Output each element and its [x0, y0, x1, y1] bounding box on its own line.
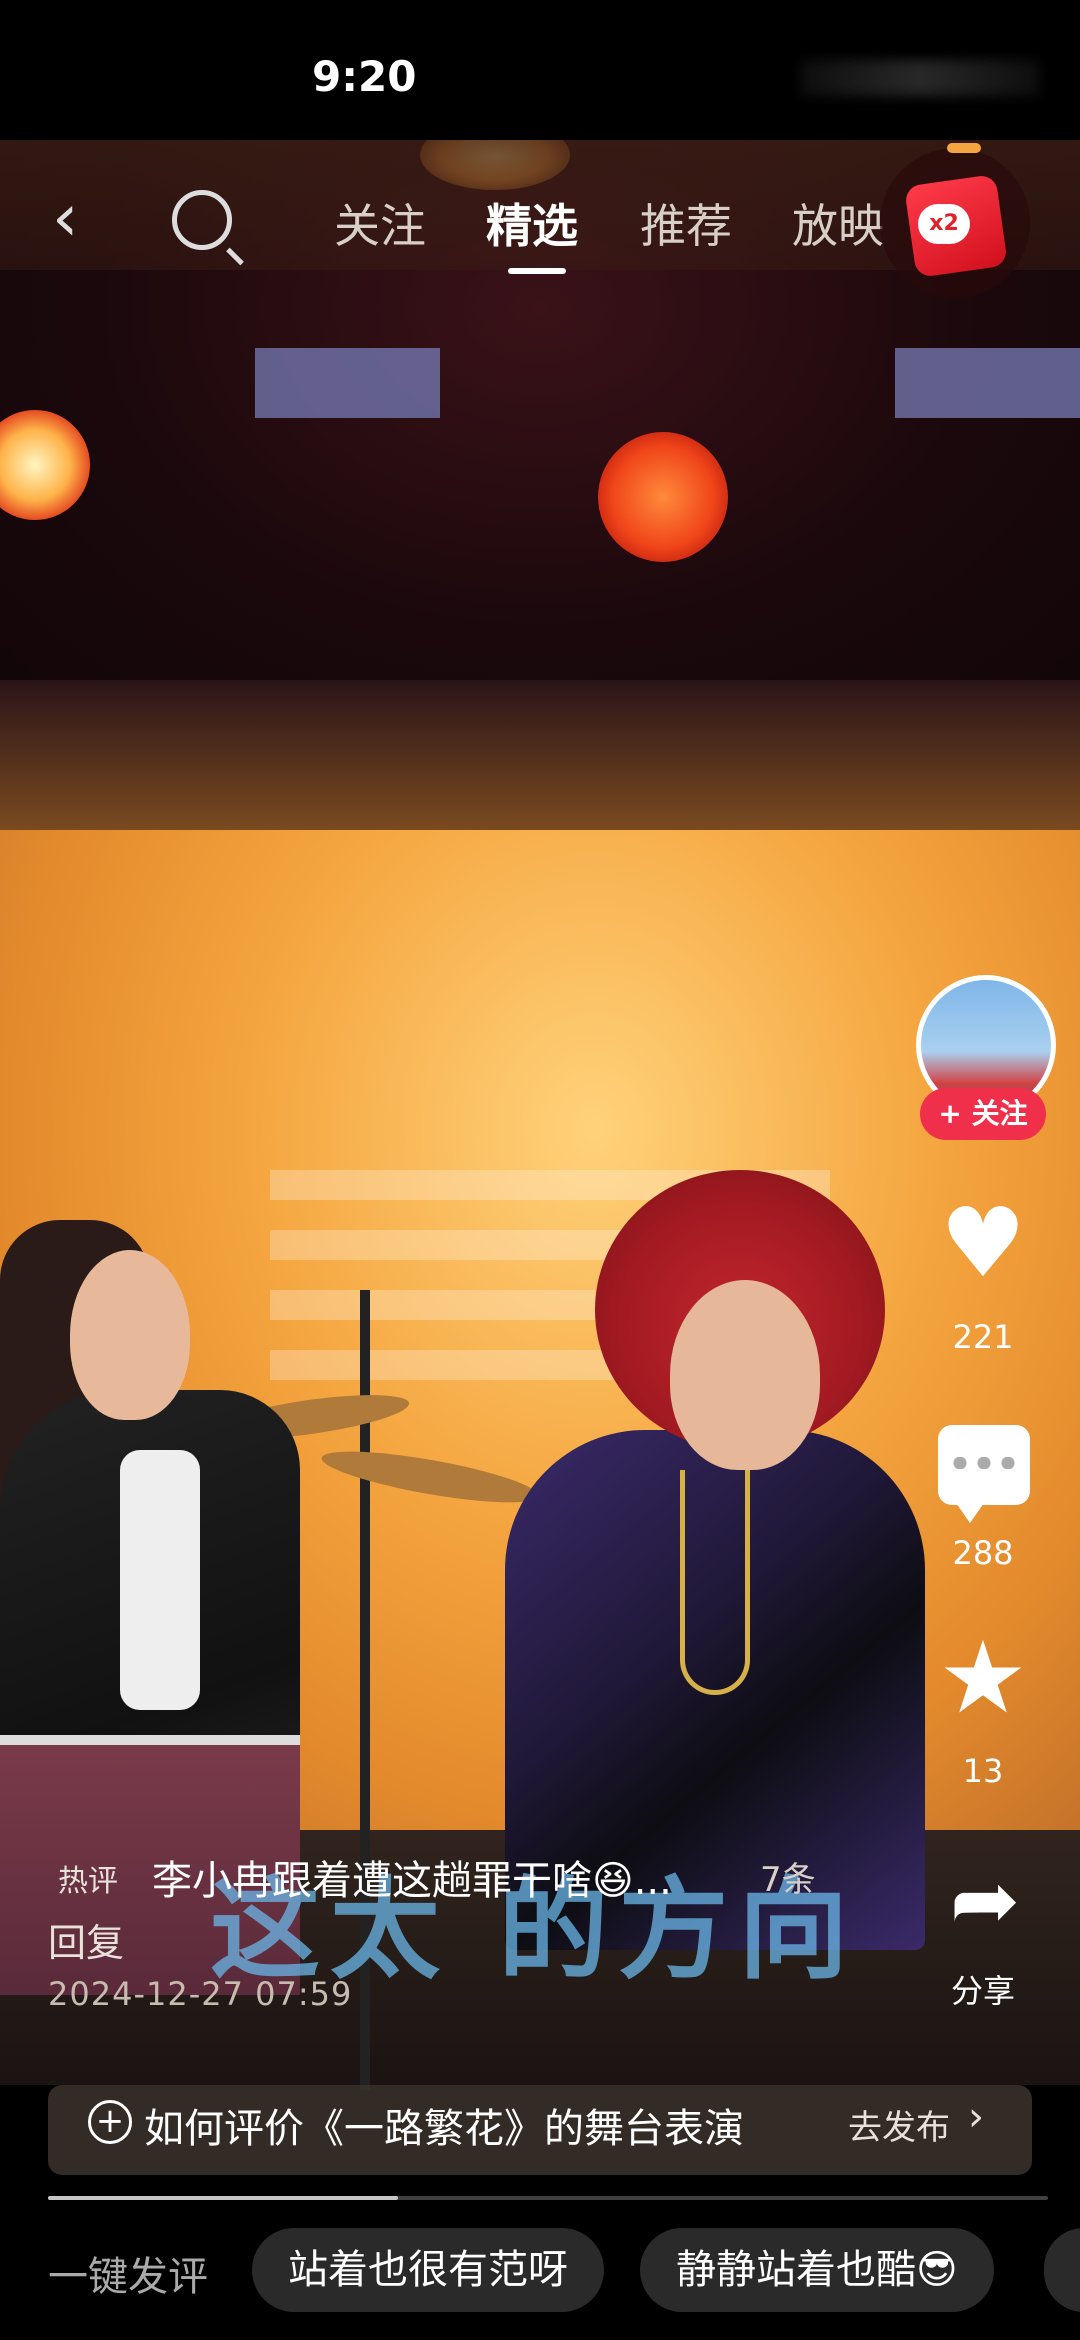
share-label: 分享: [950, 1972, 1015, 2010]
topic-text[interactable]: 如何评价《一路繁花》的舞台表演: [144, 2096, 744, 2154]
quick-comment-chip[interactable]: 站着也很有范呀: [252, 2228, 604, 2312]
quick-comment-label: 一键发评: [48, 2254, 208, 2300]
tab-recommended[interactable]: 推荐: [640, 190, 732, 256]
tab-following[interactable]: 关注: [334, 190, 426, 256]
back-icon[interactable]: ‹: [52, 185, 100, 251]
tab-featured[interactable]: 精选: [486, 190, 578, 256]
status-time: 9:20: [312, 52, 417, 101]
publish-link[interactable]: 去发布: [848, 2100, 950, 2149]
video-progress-bar[interactable]: [48, 2196, 1048, 2200]
performer-left-shirt: [120, 1450, 200, 1710]
reply-button[interactable]: 回复: [48, 1912, 124, 1967]
status-icons: [800, 60, 1040, 96]
topic-add-icon: +: [88, 2100, 132, 2144]
stage-panel: [895, 348, 1080, 418]
heart-icon[interactable]: ♥: [935, 1195, 1031, 1291]
performer-right-necklace: [680, 1470, 750, 1695]
performer-right-face: [670, 1280, 820, 1470]
favorite-count: 13: [962, 1752, 1004, 1790]
red-packet-progress: [947, 143, 981, 153]
stage-panel: [255, 348, 440, 418]
chevron-right-icon: ›: [968, 2094, 984, 2140]
quick-comment-chip[interactable]: 静静站着也酷😎: [640, 2228, 994, 2312]
red-packet-badge: x2: [918, 204, 970, 244]
hot-comment-count: 7条: [760, 1860, 816, 1900]
like-count: 221: [952, 1318, 1014, 1356]
active-tab-indicator: [508, 268, 566, 274]
hot-comment-text[interactable]: 李小冉跟着遭这趟罪干啥😆...: [152, 1848, 672, 1906]
hot-comment-label: 热评: [58, 1864, 118, 1899]
status-bar: 9:20: [0, 0, 1080, 140]
stage-truss: [0, 680, 1080, 830]
star-icon[interactable]: ★: [935, 1628, 1031, 1728]
performer-left-face: [70, 1250, 190, 1420]
stage-light: [598, 432, 728, 562]
follow-button[interactable]: + 关注: [920, 1088, 1046, 1140]
share-icon[interactable]: ➦: [935, 1855, 1035, 1945]
comment-icon[interactable]: [938, 1425, 1030, 1523]
tab-screening[interactable]: 放映: [792, 190, 884, 256]
video-progress-fill: [48, 2196, 398, 2200]
hot-comment-timestamp: 2024-12-27 07:59: [48, 1975, 353, 2013]
comment-count: 288: [952, 1534, 1014, 1572]
search-icon[interactable]: [172, 190, 232, 250]
